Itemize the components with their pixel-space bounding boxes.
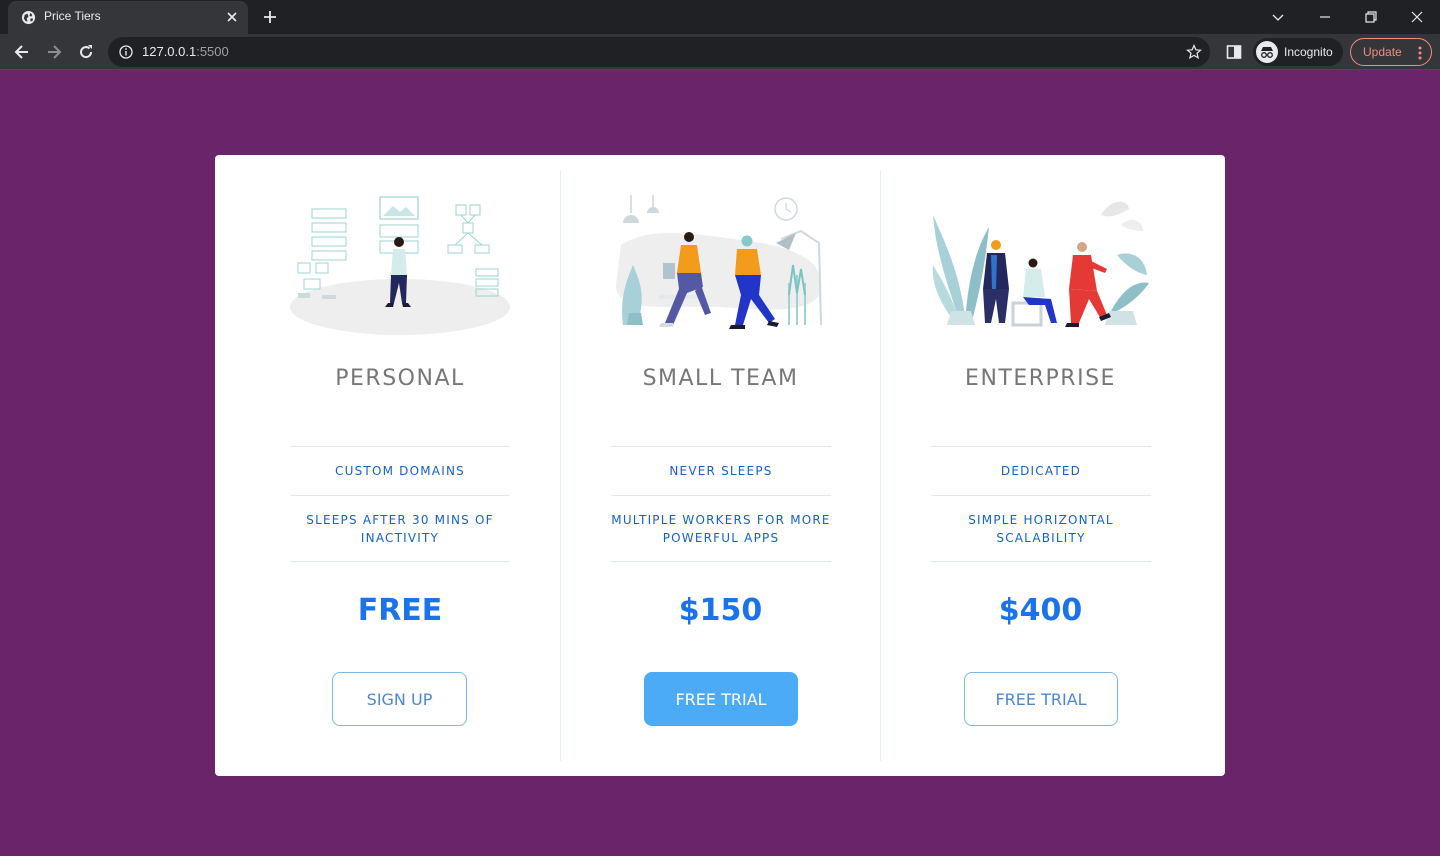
feature-item: MULTIPLE WORKERS FOR MORE POWERFUL APPS: [611, 495, 831, 562]
tab-title: Price Tiers: [44, 9, 101, 23]
tier-name: ENTERPRISE: [965, 366, 1116, 391]
feature-list: DEDICATED SIMPLE HORIZONTAL SCALABILITY: [931, 446, 1151, 562]
tier-price: $400: [998, 593, 1083, 628]
star-icon[interactable]: [1186, 44, 1202, 60]
chevron-down-icon[interactable]: [1268, 7, 1288, 27]
back-arrow-icon[interactable]: [12, 42, 32, 62]
tier-column-small-team: SMALL TEAM NEVER SLEEPS MULTIPLE WORKERS…: [560, 170, 880, 761]
url-host: 127.0.0.1: [142, 44, 197, 59]
close-icon[interactable]: [224, 9, 240, 25]
minimize-icon[interactable]: [1315, 7, 1335, 27]
sign-up-button[interactable]: SIGN UP: [332, 672, 467, 726]
plus-icon[interactable]: [262, 9, 278, 25]
reload-icon[interactable]: [76, 42, 96, 62]
browser-toolbar: 127.0.0.1:5500 Incognito Update: [0, 34, 1440, 70]
update-button[interactable]: Update: [1350, 38, 1432, 66]
feature-list: CUSTOM DOMAINS SLEEPS AFTER 30 MINS OF I…: [290, 446, 510, 562]
url-port: :5500: [196, 44, 229, 59]
kebab-menu-icon[interactable]: [1413, 45, 1427, 61]
feature-item: SIMPLE HORIZONTAL SCALABILITY: [931, 495, 1151, 562]
three-people-meeting-illustration: [932, 201, 1149, 327]
tab-strip: Price Tiers: [0, 0, 1440, 34]
incognito-icon: [1256, 41, 1278, 63]
side-panel-icon[interactable]: [1226, 44, 1242, 60]
tier-name: SMALL TEAM: [642, 366, 799, 391]
close-window-icon[interactable]: [1407, 7, 1427, 27]
url-text: 127.0.0.1:5500: [142, 44, 229, 59]
pricing-card: PERSONAL CUSTOM DOMAINS SLEEPS AFTER 30 …: [215, 155, 1225, 776]
tier-column-enterprise: ENTERPRISE DEDICATED SIMPLE HORIZONTAL S…: [880, 170, 1200, 761]
info-icon[interactable]: [119, 45, 133, 59]
incognito-label: Incognito: [1284, 45, 1333, 59]
tier-price: FREE: [357, 593, 443, 628]
free-trial-button[interactable]: FREE TRIAL: [644, 672, 798, 726]
person-with-dashboards-illustration: [290, 196, 510, 335]
feature-item: CUSTOM DOMAINS: [290, 446, 510, 495]
tier-price: $150: [678, 593, 763, 628]
browser-tab[interactable]: Price Tiers: [8, 1, 248, 34]
address-bar[interactable]: 127.0.0.1:5500: [108, 37, 1210, 67]
forward-arrow-icon[interactable]: [44, 42, 64, 62]
update-label: Update: [1363, 45, 1402, 59]
globe-icon: [21, 10, 36, 25]
incognito-badge[interactable]: Incognito: [1253, 38, 1343, 66]
tier-name: PERSONAL: [335, 366, 465, 391]
tier-column-personal: PERSONAL CUSTOM DOMAINS SLEEPS AFTER 30 …: [240, 170, 560, 761]
feature-item: SLEEPS AFTER 30 MINS OF INACTIVITY: [290, 495, 510, 562]
feature-item: DEDICATED: [931, 446, 1151, 495]
feature-item: NEVER SLEEPS: [611, 446, 831, 495]
feature-list: NEVER SLEEPS MULTIPLE WORKERS FOR MORE P…: [611, 446, 831, 562]
two-people-walking-illustration: [616, 195, 822, 329]
restore-icon[interactable]: [1361, 7, 1381, 27]
free-trial-button[interactable]: FREE TRIAL: [964, 672, 1118, 726]
